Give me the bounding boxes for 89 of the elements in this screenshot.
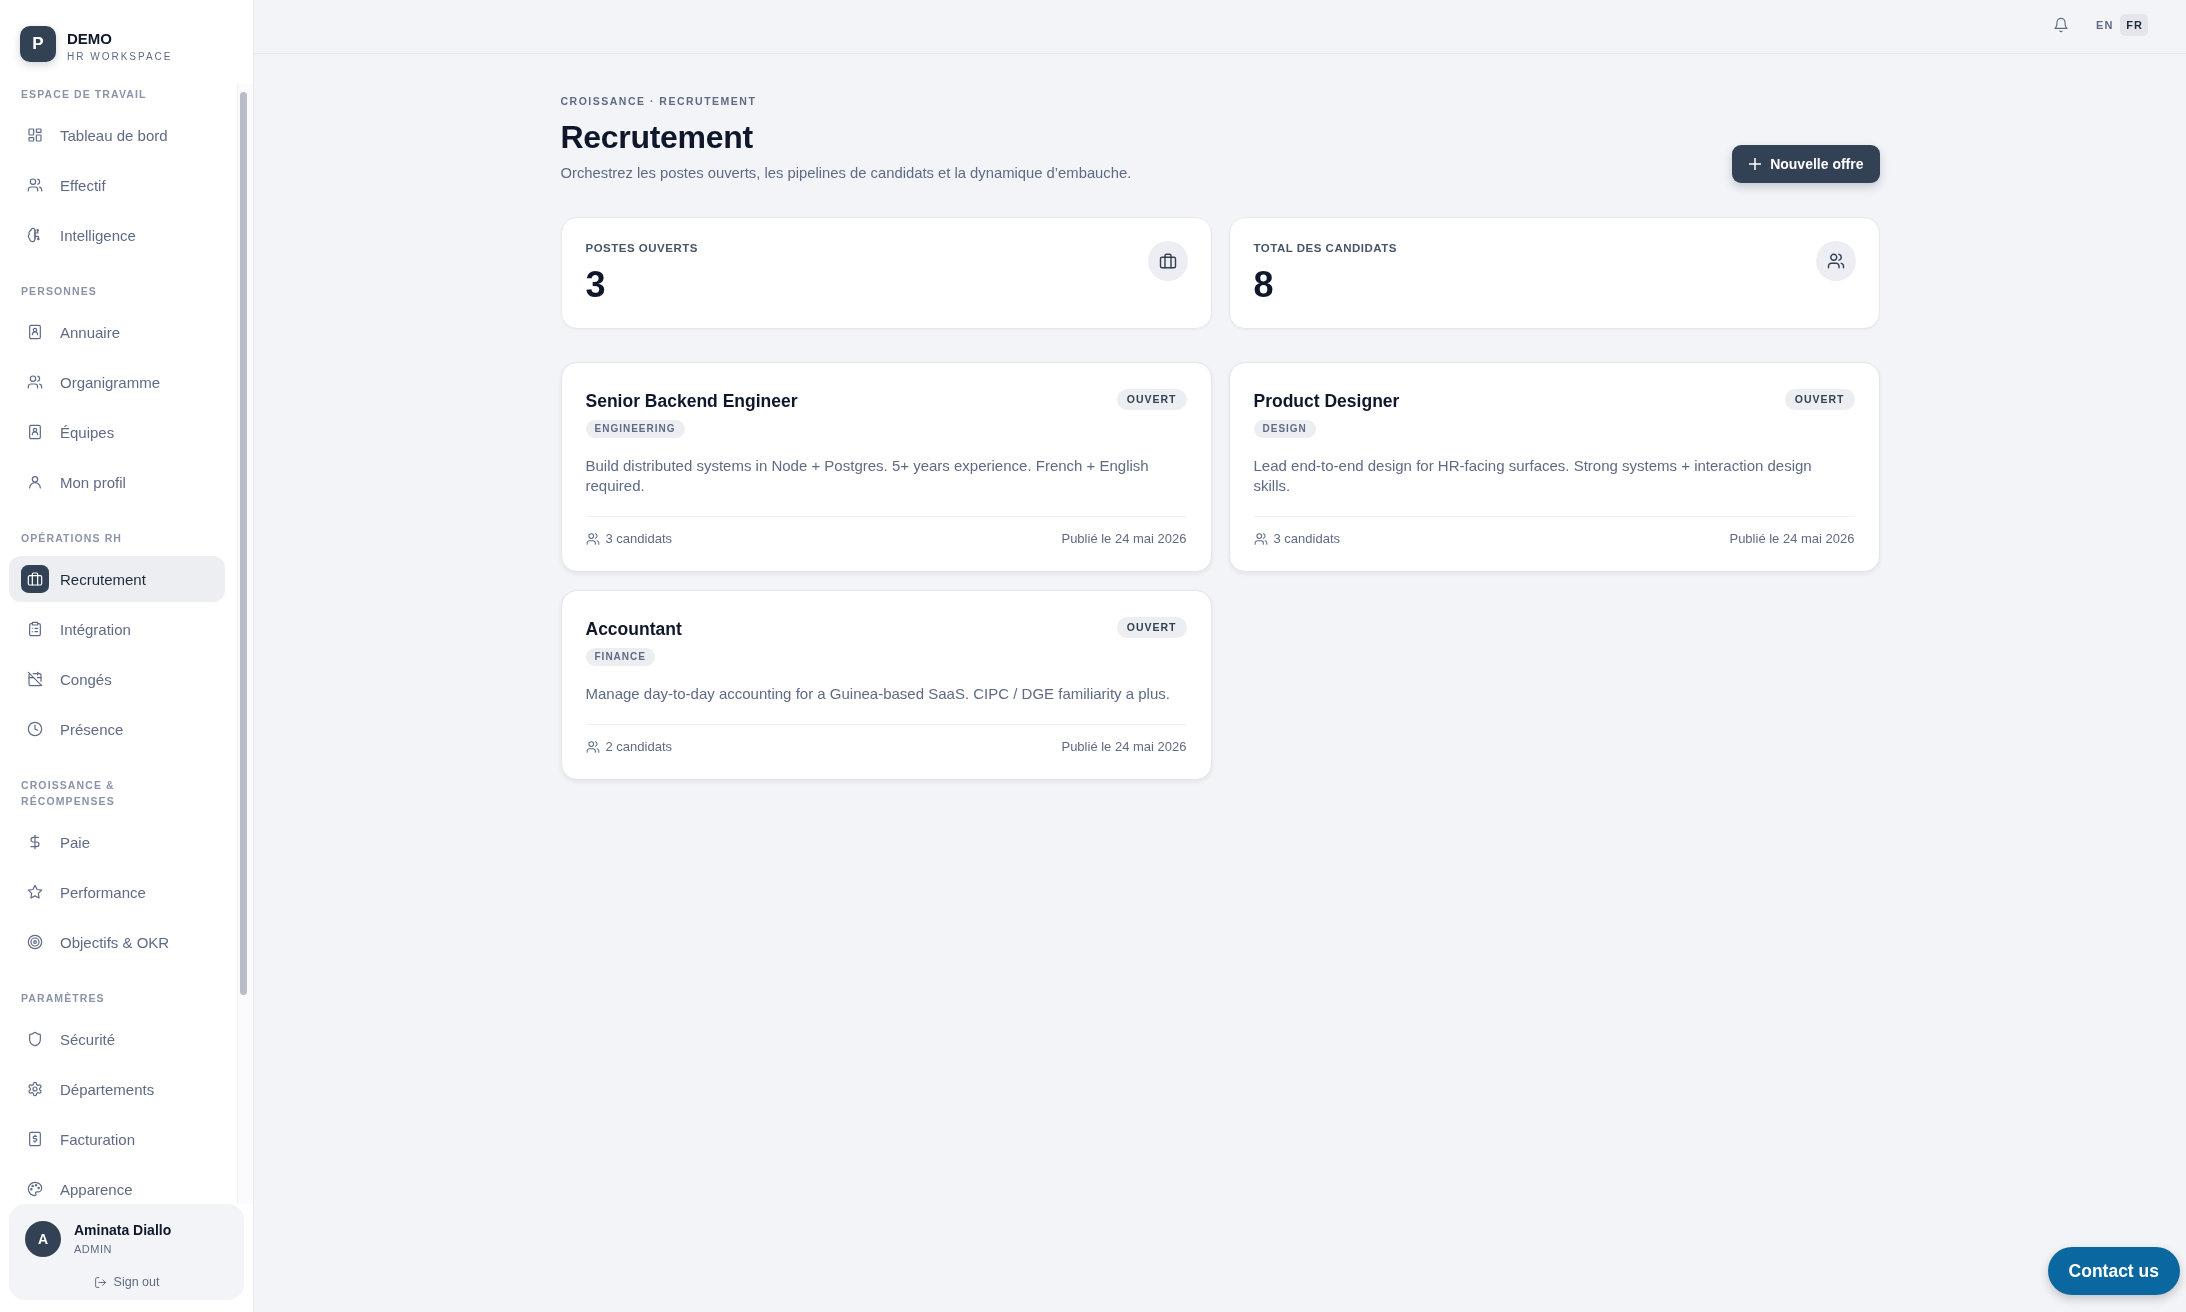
stat-label: POSTES OUVERTS	[585, 241, 698, 256]
job-title: Product Designer	[1253, 390, 1400, 413]
job-description: Build distributed systems in Node + Postgres. 5+ years experience. French + English required.	[585, 456, 1150, 496]
logo: P	[20, 26, 56, 62]
star-icon	[27, 884, 43, 900]
job-title: Accountant	[585, 618, 682, 641]
breadcrumb: CROISSANCE · RECRUTEMENT	[560, 94, 757, 108]
brand-subtitle: HR WORKSPACE	[67, 50, 173, 63]
user-icon	[27, 474, 43, 490]
nav-item[interactable]: Mon profil	[9, 459, 225, 505]
sign-out-icon	[93, 1275, 107, 1289]
briefcase-icon	[1147, 241, 1188, 281]
nav-item[interactable]: Intelligence	[9, 212, 225, 258]
section-label: CROISSANCE & RÉCOMPENSES	[20, 778, 116, 809]
target-icon	[27, 934, 43, 950]
bell-icon[interactable]	[2053, 16, 2070, 33]
publish-date: Publié le 24 mai 2026	[1061, 530, 1187, 548]
new-offer-button[interactable]: Nouvelle offre	[1732, 145, 1880, 183]
section-label: OPÉRATIONS RH	[20, 531, 124, 546]
nav-item[interactable]: Sécurité	[9, 1016, 225, 1062]
gear-icon	[27, 1081, 43, 1097]
grid-icon	[27, 127, 43, 143]
briefcase-icon	[21, 565, 49, 593]
status-badge: OUVERT	[1784, 389, 1855, 410]
nav-item[interactable]: Performance	[9, 869, 225, 915]
nav-item[interactable]: Tableau de bord	[9, 112, 225, 158]
contact-card-icon	[27, 324, 43, 340]
nav-item[interactable]: Congés	[9, 656, 225, 702]
nav-item[interactable]: Équipes	[9, 409, 225, 455]
job-description: Lead end-to-end design for HR-facing surfaces. Strong systems + interaction design skills.	[1253, 456, 1813, 496]
users-icon	[27, 177, 43, 193]
shield-icon	[27, 1031, 43, 1047]
users-icon	[1253, 532, 1268, 546]
department-tag: FINANCE	[585, 648, 655, 666]
nav-item[interactable]: Départements	[9, 1066, 225, 1112]
user-role: ADMIN	[74, 1242, 112, 1256]
contact-card-icon	[27, 424, 43, 440]
section-label: ESPACE DE TRAVAIL	[20, 87, 148, 102]
users-icon	[585, 532, 600, 546]
job-card[interactable]: Accountant FINANCE OUVERT Manage day-to-day accounting for a Guinea-based SaaS. CIPC / DGE familiarity a plus. 2 candidats Publié le 24 mai 2026	[560, 590, 1212, 780]
page-subtitle: Orchestrez les postes ouverts, les pipelines de candidats et la dynamique d’embauche.	[560, 164, 1132, 183]
language-option[interactable]: FR	[2120, 13, 2148, 36]
section-label: PERSONNES	[20, 284, 98, 299]
job-description: Manage day-to-day accounting for a Guinea-based SaaS. CIPC / DGE familiarity a plus.	[585, 684, 1171, 704]
nav-item[interactable]: Annuaire	[9, 309, 225, 355]
plus-icon	[1749, 158, 1762, 170]
nav-item[interactable]: Présence	[9, 706, 225, 752]
scrollbar-track[interactable]	[237, 84, 253, 1204]
stat-label: TOTAL DES CANDIDATS	[1253, 241, 1397, 256]
stat-value: 3	[585, 265, 606, 305]
publish-date: Publié le 24 mai 2026	[1729, 530, 1855, 548]
page-title: Recrutement	[560, 118, 753, 156]
avatar: A	[25, 1221, 61, 1257]
nav-item[interactable]: Intégration	[9, 606, 225, 652]
clipboard-icon	[27, 621, 43, 637]
candidate-count: 3 candidats	[1273, 530, 1340, 548]
palette-icon	[27, 1181, 43, 1197]
job-title: Senior Backend Engineer	[585, 390, 798, 413]
users-icon	[27, 374, 43, 390]
candidate-count: 2 candidats	[605, 738, 672, 756]
contact-us-button[interactable]: Contact us	[2047, 1247, 2180, 1295]
nav-item[interactable]: Effectif	[9, 162, 225, 208]
job-card[interactable]: Senior Backend Engineer ENGINEERING OUVERT Build distributed systems in Node + Postgres. 5+ years experience. French + English required. 3 candidats Publié le 24 mai 2026	[560, 362, 1212, 572]
department-tag: ENGINEERING	[585, 420, 685, 438]
nav-item[interactable]: Organigramme	[9, 359, 225, 405]
nav-item[interactable]: Facturation	[9, 1116, 225, 1162]
sign-out-button[interactable]: Sign out	[93, 1273, 160, 1291]
status-badge: OUVERT	[1116, 389, 1187, 410]
stat-value: 8	[1253, 265, 1274, 305]
dollar-icon	[27, 834, 43, 850]
users-icon	[1815, 241, 1856, 281]
department-tag: DESIGN	[1253, 420, 1316, 438]
calendar-off-icon	[27, 671, 43, 687]
scrollbar-thumb[interactable]	[240, 92, 247, 995]
section-label: PARAMÈTRES	[20, 991, 106, 1006]
nav-item[interactable]: Recrutement	[9, 556, 225, 602]
status-badge: OUVERT	[1116, 617, 1187, 638]
clock-icon	[27, 721, 43, 737]
publish-date: Publié le 24 mai 2026	[1061, 738, 1187, 756]
brand-name: DEMO	[67, 30, 112, 48]
users-icon	[585, 740, 600, 754]
nav-item[interactable]: Objectifs & OKR	[9, 919, 225, 965]
user-name: Aminata Diallo	[74, 1221, 172, 1239]
candidate-count: 3 candidats	[605, 530, 672, 548]
language-option[interactable]: EN	[2090, 13, 2119, 36]
nav-item[interactable]: Apparence	[9, 1166, 225, 1204]
job-card[interactable]: Product Designer DESIGN OUVERT Lead end-to-end design for HR-facing surfaces. Strong systems + interaction design skills. 3 candidats Publié le 24 mai 2026	[1228, 362, 1880, 572]
receipt-icon	[27, 1131, 43, 1147]
nav-item[interactable]: Paie	[9, 819, 225, 865]
